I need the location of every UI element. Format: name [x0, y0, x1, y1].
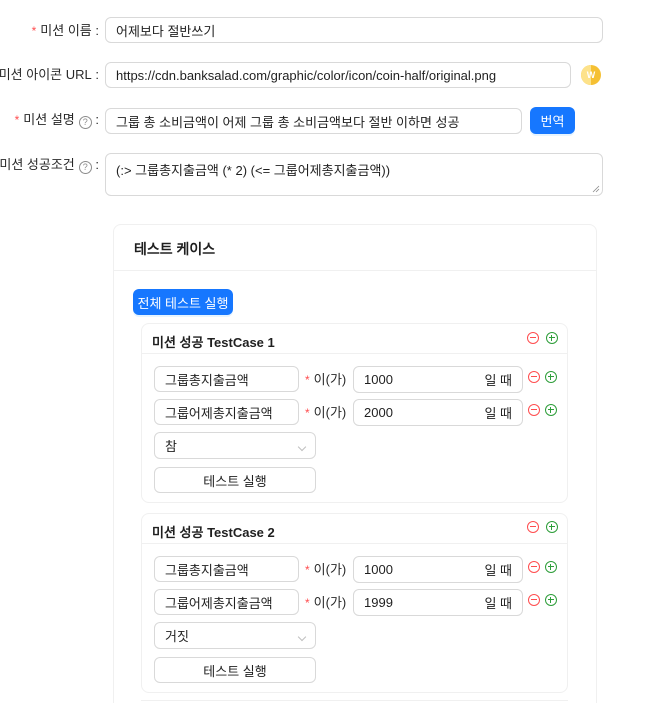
mission-name-label: * 미션 이름 : [31, 23, 99, 38]
required-mark: * [14, 113, 20, 127]
add-test-case-icon[interactable] [546, 332, 558, 344]
expected-result-select[interactable]: 참 [154, 432, 316, 459]
translate-button[interactable]: 번역 [530, 107, 575, 134]
remove-variable-icon[interactable] [528, 594, 540, 606]
variable-iga-label: * 이(가) [305, 595, 347, 610]
run-all-tests-button[interactable]: 전체 테스트 실행 [133, 289, 233, 315]
remove-variable-icon[interactable] [528, 371, 540, 383]
help-icon[interactable]: ? [78, 116, 92, 129]
variable-iga-label: * 이(가) [305, 405, 347, 420]
mission-description-input[interactable]: 그룹 총 소비금액이 어제 그룹 총 소비금액보다 절반 이하면 성공 [105, 108, 522, 134]
coin-half-icon: W [581, 65, 601, 85]
run-test-button[interactable]: 테스트 실행 [154, 467, 316, 493]
variable-value-input[interactable]: 1000 일 때 [353, 556, 523, 583]
value-suffix: 일 때 [484, 406, 512, 421]
mission-name-input[interactable]: 어제보다 절반쓰기 [105, 17, 603, 43]
test-case-title: 미션 성공 TestCase 2 [152, 525, 275, 540]
value-suffix: 일 때 [484, 373, 512, 388]
test-case-header: 미션 성공 TestCase 1 [142, 324, 567, 354]
add-test-case-icon[interactable] [546, 521, 558, 533]
coin-symbol: W [586, 70, 596, 80]
test-cases-title: 테스트 케이스 [134, 241, 216, 257]
add-variable-icon[interactable] [545, 561, 557, 573]
remove-test-case-icon[interactable] [527, 332, 539, 344]
help-icon[interactable]: ? [78, 161, 92, 174]
value-suffix: 일 때 [484, 596, 512, 611]
value-suffix: 일 때 [484, 563, 512, 578]
expected-result-select[interactable]: 거짓 [154, 622, 316, 649]
chevron-down-icon [297, 442, 307, 452]
variable-iga-label: * 이(가) [305, 562, 347, 577]
required-mark: * [31, 24, 37, 38]
mission-condition-label: *미션 성공조건? : [0, 157, 99, 174]
variable-name-input[interactable]: 그룹어제총지출금액 [154, 589, 299, 615]
variable-value-input[interactable]: 1000 일 때 [353, 366, 523, 393]
next-test-case-edge [141, 700, 568, 701]
mission-icon-url-label: *미션 아이콘 URL : [0, 67, 99, 82]
add-variable-icon[interactable] [545, 594, 557, 606]
variable-name-input[interactable]: 그룹총지출금액 [154, 366, 299, 392]
variable-iga-label: * 이(가) [305, 372, 347, 387]
resize-grip-icon[interactable] [592, 185, 600, 193]
test-cases-card-header: 테스트 케이스 [114, 225, 596, 271]
run-test-button[interactable]: 테스트 실행 [154, 657, 316, 683]
add-variable-icon[interactable] [545, 404, 557, 416]
variable-value-input[interactable]: 2000 일 때 [353, 399, 523, 426]
test-case-title: 미션 성공 TestCase 1 [152, 335, 275, 350]
mission-condition-textarea[interactable]: (:> 그룹총지출금액 (* 2) (<= 그룹어제총지출금액)) [105, 153, 603, 196]
chevron-down-icon [297, 632, 307, 642]
variable-name-input[interactable]: 그룹총지출금액 [154, 556, 299, 582]
variable-name-input[interactable]: 그룹어제총지출금액 [154, 399, 299, 425]
test-case-header: 미션 성공 TestCase 2 [142, 514, 567, 544]
remove-variable-icon[interactable] [528, 561, 540, 573]
mission-icon-url-input[interactable]: https://cdn.banksalad.com/graphic/color/… [105, 62, 571, 88]
remove-variable-icon[interactable] [528, 404, 540, 416]
variable-value-input[interactable]: 1999 일 때 [353, 589, 523, 616]
remove-test-case-icon[interactable] [527, 521, 539, 533]
add-variable-icon[interactable] [545, 371, 557, 383]
mission-description-label: * 미션 설명? : [14, 112, 99, 129]
